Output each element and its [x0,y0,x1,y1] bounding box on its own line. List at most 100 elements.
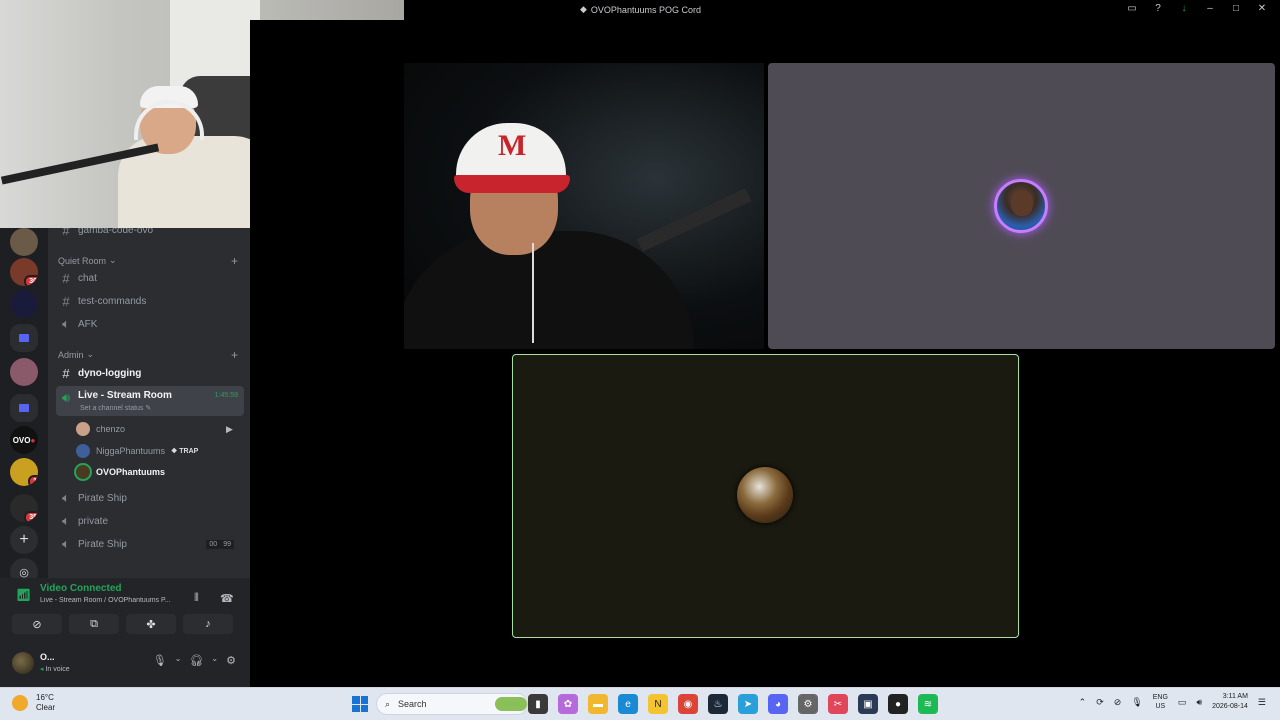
video-stage: M [250,20,1280,687]
screen-share-button[interactable]: ⧉ [69,614,119,634]
server-label-ovo: OVO [12,435,31,445]
server-icon-3[interactable] [10,290,38,318]
server-folder-1[interactable] [10,324,38,352]
channel-label: Pirate Ship [78,538,127,550]
add-channel-icon[interactable]: + [231,348,238,362]
channel-test-commands[interactable]: # test-commands [56,291,244,311]
headphones-icon[interactable]: 🎧︎ [189,654,203,667]
clock[interactable]: 3:11 AM 2026-08-14 [1212,692,1248,712]
discord-icon[interactable]: ◕ [768,694,788,714]
channel-chat[interactable]: # chat [56,268,244,288]
system-tray: ⌃ ⟳ ⊘ 🎙︎ ENG US ▭ 🔊︎ 3:11 AM 2026-08-14 … [1079,692,1266,712]
copilot-icon[interactable]: ✿ [558,694,578,714]
telegram-icon[interactable]: ➤ [738,694,758,714]
activities-button[interactable]: ✤ [126,614,176,634]
app-n-icon[interactable]: N [648,694,668,714]
noise-suppression-icon[interactable]: ⦀ [194,592,208,606]
speaker-icon: 🔈︎ [62,536,70,551]
channel-pirate-ship-2[interactable]: 🔈︎ Pirate Ship 00 99 [56,534,244,554]
chevron-up-icon[interactable]: ⌃ [1079,697,1087,708]
steam-icon[interactable]: ♨ [708,694,728,714]
taskbar-search[interactable]: ⌕ Search [376,693,528,715]
file-explorer-icon[interactable]: ▬ [588,694,608,714]
settings-gear-icon[interactable]: ⚙ [226,654,236,667]
user-panel: O... ◂ In voice 🎙︎ ⌄ 🎧︎ ⌄ ⚙ [0,642,250,687]
weather-widget[interactable]: 16°C Clear [12,693,55,713]
app-record-icon[interactable]: ● [888,694,908,714]
server-folder-2[interactable] [10,394,38,422]
sync-icon[interactable]: ⟳ [1096,697,1104,708]
category-admin[interactable]: Admin ⌄ + [58,348,238,362]
add-channel-icon[interactable]: + [231,254,238,268]
soundboard-button[interactable]: ♪ [183,614,233,634]
chevron-down-icon[interactable]: ⌄ [175,654,182,667]
channel-label: private [78,515,109,527]
channel-afk[interactable]: 🔈︎ AFK [56,314,244,334]
user-status: ◂ In voice [40,665,70,673]
server-icon-4[interactable] [10,358,38,386]
signal-icon[interactable]: 📶︎ [16,588,31,602]
server-icon-5[interactable]: 1 [10,458,38,486]
volume-icon[interactable]: 🔊︎ [1196,697,1202,708]
user-avatar[interactable] [12,652,34,674]
channel-pirate-ship-1[interactable]: 🔈︎ Pirate Ship [56,488,244,508]
windows-start-icon[interactable] [352,696,368,712]
channel-label: dyno-logging [78,367,142,379]
voice-member-ovophantuums[interactable]: OVOPhantuums [76,465,165,479]
member-name: chenzo [96,424,126,434]
inbox-icon[interactable]: ▭ [1126,3,1138,15]
app-terminal-icon[interactable]: ▣ [858,694,878,714]
edge-icon[interactable]: e [618,694,638,714]
user-limit: 99 [220,539,234,549]
title-bar-controls: ▭ ? ↓ – □ ✕ [1126,3,1268,15]
speaker-icon: 🔊︎ [61,390,71,405]
disconnect-icon[interactable]: ☎ [220,592,234,606]
channel-status-prompt[interactable]: Set a channel status ✎ [80,404,151,412]
video-person-cap-brim [454,175,570,193]
file-icon[interactable]: ▮ [528,694,548,714]
voice-status[interactable]: Video Connected [40,583,122,594]
server-icon-1[interactable] [10,228,38,256]
spotify-icon[interactable]: ≋ [918,694,938,714]
help-icon[interactable]: ? [1152,3,1164,15]
channel-live-stream-room[interactable]: 🔊︎ Live - Stream Room 1:45:59 Set a chan… [56,386,244,416]
channel-private[interactable]: 🔈︎ private [56,511,244,531]
minimize-icon[interactable]: – [1204,3,1216,15]
settings-icon[interactable]: ⚙ [798,694,818,714]
language-indicator[interactable]: ENG US [1153,693,1168,711]
server-icon-2[interactable]: 30 [10,258,38,286]
speaking-avatar [994,179,1048,233]
chevron-down-icon: ⌄ [86,349,95,359]
channel-list: # gamba-code-ovo Quiet Room ⌄ + # chat #… [48,223,250,578]
chrome-icon[interactable]: ◉ [678,694,698,714]
channel-label: test-commands [78,295,147,307]
video-tile-ovophantuums[interactable] [512,354,1019,638]
chevron-down-icon[interactable]: ⌄ [211,654,218,667]
user-name[interactable]: O... [40,652,55,662]
server-icon-ovo[interactable]: OVO ● [10,426,38,454]
server-icon-6[interactable]: 35 [10,494,38,522]
microphone-icon[interactable]: 🎙︎ [153,654,167,667]
speaker-small-icon: ◂ [40,666,44,673]
speaker-icon: 🔈︎ [62,490,70,505]
voice-connection-panel: 📶︎ Video Connected Live - Stream Room / … [0,578,250,642]
notifications-icon[interactable]: ☰ [1258,697,1266,708]
mic-tray-icon[interactable]: 🎙︎ [1131,697,1142,708]
maximize-icon[interactable]: □ [1230,3,1242,15]
close-icon[interactable]: ✕ [1256,3,1268,15]
channel-dyno-logging[interactable]: # dyno-logging [56,363,244,383]
download-icon[interactable]: ↓ [1178,3,1190,15]
hidden-icon[interactable]: ⊘ [1114,697,1122,708]
snipping-tool-icon[interactable]: ✂ [828,694,848,714]
voice-member-niggaphantuums[interactable]: NiggaPhantuums ❖ TRAP [76,444,198,458]
voice-location[interactable]: Live - Stream Room / OVOPhantuums P... [40,597,190,604]
video-tile-chenzo[interactable]: M [404,63,764,349]
camera-off-button[interactable]: ⊘ [12,614,62,634]
tag-icon: ❖ [171,448,178,455]
category-quiet-room[interactable]: Quiet Room ⌄ + [58,254,238,268]
add-server-button[interactable]: + [10,526,38,554]
network-icon[interactable]: ▭ [1178,697,1187,708]
clock-date: 2026-08-14 [1212,703,1248,710]
video-tile-niggaphantuums[interactable] [768,63,1275,349]
voice-member-chenzo[interactable]: chenzo ▶ [76,422,233,436]
